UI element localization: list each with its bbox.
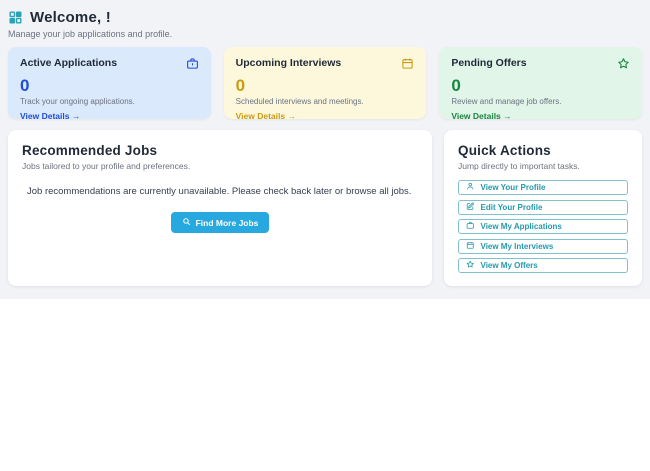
recommended-jobs-subtitle: Jobs tailored to your profile and prefer… [22, 161, 191, 171]
view-your-profile-button[interactable]: View Your Profile [458, 180, 628, 195]
stat-value: 0 [20, 76, 30, 95]
briefcase-icon [466, 221, 475, 232]
pending-offers-card: Pending Offers 0 Review and manage job o… [439, 47, 642, 121]
stat-value: 0 [235, 76, 246, 95]
page-header: Welcome, ! [8, 9, 642, 26]
stat-description: Review and manage job offers. [451, 96, 562, 106]
quick-actions-subtitle: Jump directly to important tasks. [458, 161, 580, 171]
calendar-icon [466, 241, 475, 252]
edit-your-profile-button[interactable]: Edit Your Profile [458, 199, 628, 215]
find-more-jobs-label: Find More Jobs [195, 217, 259, 228]
stat-title: Active Applications [20, 57, 118, 69]
quick-actions-title: Quick Actions [458, 143, 551, 158]
page-subtitle: Manage your job applications and profile… [8, 29, 173, 39]
stat-value: 0 [451, 76, 461, 95]
person-icon [466, 182, 475, 193]
star-icon [617, 57, 630, 75]
quick-actions-panel: Quick Actions Jump directly to important… [444, 130, 642, 286]
recommended-jobs-title: Recommended Jobs [22, 143, 158, 158]
view-my-applications-button[interactable]: View My Applications [458, 219, 628, 234]
quick-action-label: View My Offers [480, 261, 538, 270]
upcoming-interviews-card: Upcoming Interviews 0 Scheduled intervie… [223, 47, 427, 121]
recommendations-empty-message: Job recommendations are currently unavai… [27, 186, 412, 197]
recommended-jobs-panel: Recommended Jobs Jobs tailored to your p… [8, 130, 432, 286]
stat-description: Scheduled interviews and meetings. [235, 96, 364, 106]
view-details-link-applications[interactable]: View Details → [20, 111, 80, 121]
stat-title: Pending Offers [451, 57, 527, 69]
stats-row: Active Applications 0 Track your ongoing… [8, 47, 642, 121]
quick-action-label: View My Interviews [480, 241, 554, 251]
quick-action-label: View My Applications [480, 222, 562, 231]
find-more-jobs-button[interactable]: Find More Jobs [170, 212, 270, 233]
dashboard-grid-icon [8, 10, 23, 25]
quick-actions-list: View Your Profile Edit Your Profile View… [458, 180, 628, 273]
stat-title: Upcoming Interviews [235, 57, 342, 69]
stat-description: Track your ongoing applications. [20, 96, 135, 106]
edit-icon [466, 202, 475, 213]
dashboard-page: Welcome, ! Manage your job applications … [0, 0, 650, 299]
briefcase-icon [186, 57, 199, 75]
active-applications-card: Active Applications 0 Track your ongoing… [8, 47, 211, 121]
bottom-row: Recommended Jobs Jobs tailored to your p… [8, 130, 642, 286]
view-my-interviews-button[interactable]: View My Interviews [458, 238, 628, 254]
view-details-link-offers[interactable]: View Details → [451, 111, 511, 121]
calendar-icon [401, 57, 414, 75]
page-title: Welcome, ! [30, 9, 111, 26]
quick-action-label: Edit Your Profile [480, 202, 543, 212]
star-icon [466, 260, 475, 271]
quick-action-label: View Your Profile [480, 183, 546, 192]
search-icon [182, 217, 191, 228]
view-my-offers-button[interactable]: View My Offers [458, 258, 628, 273]
view-details-link-interviews[interactable]: View Details → [236, 111, 296, 121]
